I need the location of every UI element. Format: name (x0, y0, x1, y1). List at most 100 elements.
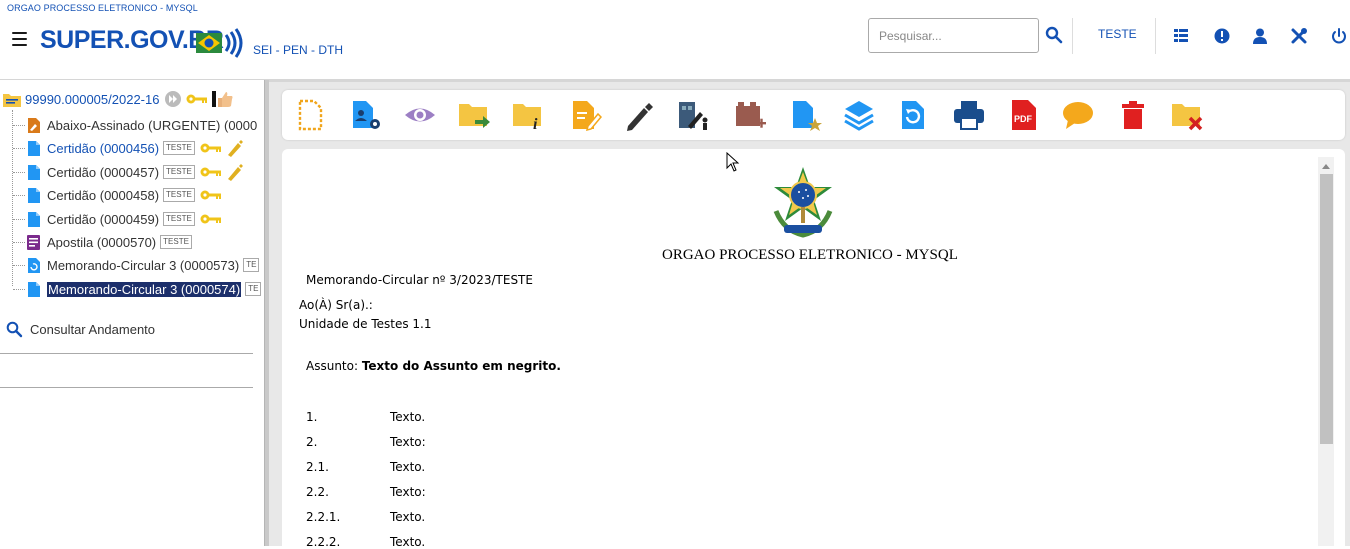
item-text: Texto. (390, 510, 426, 524)
edit-doc-icon[interactable] (568, 98, 602, 132)
header: ORGAO PROCESSO ELETRONICO - MYSQL SUPER.… (0, 0, 1350, 80)
item-number: 2.2. (306, 485, 329, 499)
sign-block-icon[interactable] (676, 98, 710, 132)
unit-badge: TESTE (160, 235, 192, 249)
tree-doc-label[interactable]: Memorando-Circular 3 (0000573) (47, 258, 239, 273)
user-icon[interactable] (1251, 27, 1269, 45)
scrollbar-thumb[interactable] (1320, 174, 1333, 444)
tree-doc-label[interactable]: Apostila (0000570) (47, 235, 156, 250)
unit-selector[interactable]: TESTE (1098, 27, 1137, 41)
gov-logo-icon (196, 28, 243, 58)
tree-doc-item[interactable]: Memorando-Circular 3 (0000573) TE (26, 254, 260, 276)
delete-icon[interactable] (1116, 98, 1150, 132)
unit-badge: TESTE (163, 165, 195, 179)
pen-icon (227, 140, 243, 157)
unit-badge: TESTE (163, 212, 195, 226)
add-block-icon[interactable] (733, 98, 767, 132)
refresh-doc-icon[interactable] (897, 98, 931, 132)
layers-icon[interactable] (842, 98, 876, 132)
tree-connector (13, 172, 25, 173)
org-name: ORGAO PROCESSO ELETRONICO - MYSQL (7, 3, 198, 13)
tree-doc-label[interactable]: Abaixo-Assinado (URGENTE) (0000 (47, 118, 257, 133)
memo-id: Memorando-Circular nº 3/2023/TESTE (306, 273, 533, 287)
system-subtitle: SEI - PEN - DTH (253, 43, 344, 57)
new-doc-icon[interactable] (293, 98, 327, 132)
doc-icon (28, 140, 40, 156)
search-icon (6, 321, 23, 338)
tree-doc-label[interactable]: Certidão (0000457) (47, 165, 159, 180)
tree-connector (12, 110, 13, 286)
search-icon[interactable] (1045, 26, 1063, 44)
thumbs-up-icon (218, 92, 233, 107)
tree-doc-item[interactable]: Memorando-Circular 3 (0000574) TE (26, 278, 262, 300)
tree-root[interactable]: 99990.000005/2022-16 (2, 88, 234, 110)
doc-settings-icon[interactable] (349, 98, 383, 132)
tree-doc-item[interactable]: Certidão (0000459) TESTE (26, 208, 222, 230)
tree-doc-label[interactable]: Memorando-Circular 3 (0000574) (47, 281, 242, 297)
item-text: Texto. (390, 535, 426, 549)
coat-of-arms-icon (773, 167, 833, 238)
unit-badge: TESTE (163, 188, 195, 202)
tools-icon[interactable] (1290, 27, 1308, 45)
pdf-icon[interactable]: PDF (1007, 98, 1041, 132)
sign-pen-icon[interactable] (622, 98, 656, 132)
tree-separator (0, 353, 253, 354)
move-folder-icon[interactable] (457, 98, 491, 132)
form-doc-icon (27, 234, 40, 250)
search-input[interactable] (868, 18, 1039, 53)
item-number: 2. (306, 435, 318, 449)
tree-doc-item[interactable]: Abaixo-Assinado (URGENTE) (0000 (26, 114, 257, 136)
addressee-line: Ao(À) Sr(a).: (299, 298, 373, 312)
tree-connector (13, 242, 25, 243)
tree-doc-label[interactable]: Certidão (0000459) (47, 212, 159, 227)
header-separator (1072, 18, 1073, 54)
key-icon (200, 190, 221, 200)
item-text: Texto. (390, 460, 426, 474)
tree-connector (13, 265, 25, 266)
unit-line: Unidade de Testes 1.1 (299, 317, 432, 331)
grid-icon[interactable] (1172, 27, 1190, 45)
tree-doc-item[interactable]: Certidão (0000456) TESTE (26, 137, 244, 159)
header-separator (1155, 18, 1156, 54)
comment-icon[interactable] (1061, 98, 1095, 132)
process-tree: 99990.000005/2022-16 Abaixo-Assinado (UR… (0, 80, 264, 546)
tree-doc-label[interactable]: Certidão (0000458) (47, 188, 159, 203)
tree-doc-item[interactable]: Apostila (0000570) TESTE (26, 231, 192, 253)
subject-label: Assunto: (306, 359, 362, 373)
key-icon (200, 214, 221, 224)
key-icon (200, 167, 221, 177)
subject-line: Assunto: Texto do Assunto em negrito. (306, 359, 561, 373)
tree-connector (13, 289, 25, 290)
print-icon[interactable] (952, 98, 986, 132)
view-icon[interactable] (403, 98, 437, 132)
folder-info-icon[interactable]: i (511, 98, 545, 132)
favorite-doc-icon[interactable] (789, 98, 823, 132)
unit-badge: TE (245, 282, 262, 296)
process-folder-icon (3, 93, 21, 107)
tree-connector (13, 148, 25, 149)
tree-doc-item[interactable]: Certidão (0000458) TESTE (26, 184, 222, 206)
svg-text:PDF: PDF (1014, 114, 1033, 124)
document-org-name: ORGAO PROCESSO ELETRONICO - MYSQL (662, 247, 958, 263)
tree-connector (13, 125, 25, 126)
item-text: Texto. (390, 410, 426, 424)
scroll-up-icon[interactable] (1320, 160, 1332, 172)
doc-icon (28, 211, 40, 227)
subject-text: Texto do Assunto em negrito. (361, 359, 561, 373)
process-number[interactable]: 99990.000005/2022-16 (25, 92, 159, 107)
menu-icon[interactable] (12, 32, 27, 46)
remove-folder-icon[interactable] (1170, 98, 1204, 132)
tree-separator (0, 387, 253, 388)
item-number: 2.2.2. (306, 535, 341, 549)
info-icon[interactable] (1213, 27, 1231, 45)
tree-doc-label[interactable]: Certidão (0000456) (47, 141, 159, 156)
forward-icon[interactable] (164, 90, 182, 108)
tree-connector (13, 195, 25, 196)
item-number: 2.1. (306, 460, 329, 474)
key-icon (200, 143, 221, 153)
consult-andamento-link[interactable]: Consultar Andamento (6, 321, 155, 338)
tree-doc-item[interactable]: Certidão (0000457) TESTE (26, 161, 244, 183)
unit-badge: TESTE (163, 141, 195, 155)
unit-badge: TE (243, 258, 260, 272)
power-icon[interactable] (1330, 27, 1348, 45)
